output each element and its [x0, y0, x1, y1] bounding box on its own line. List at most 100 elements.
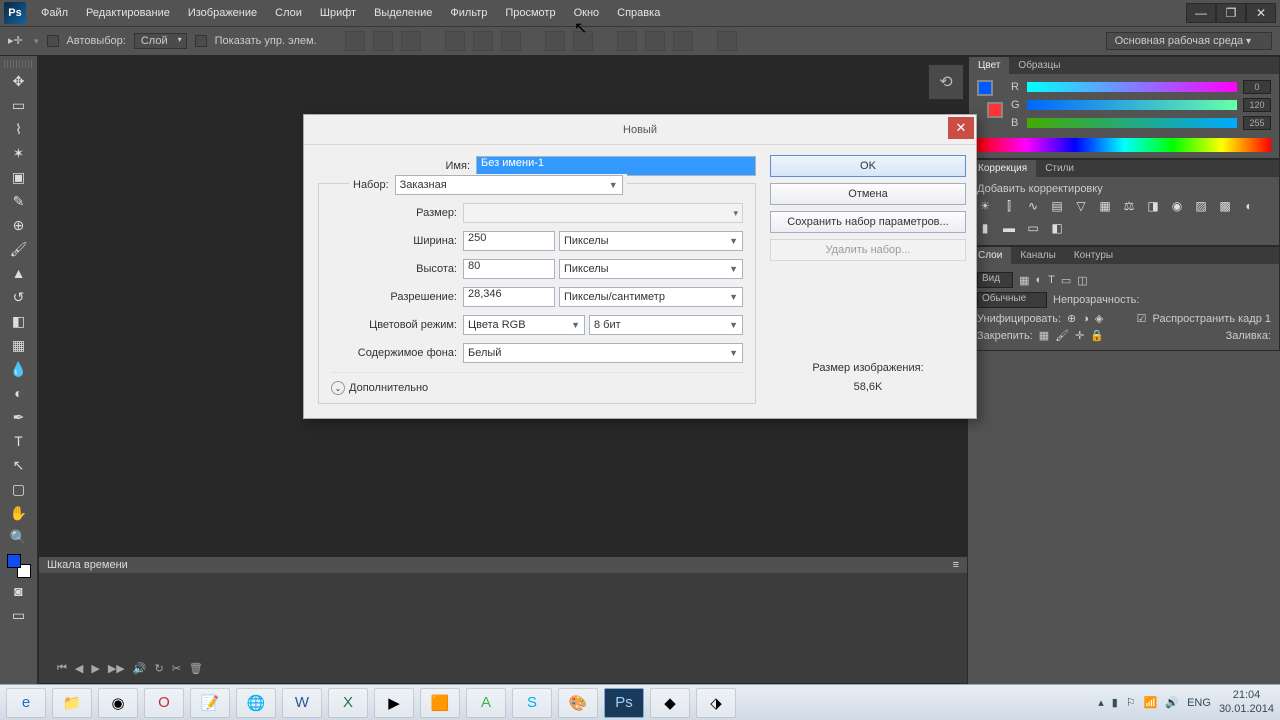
tb-app4-icon[interactable]: ◆: [650, 688, 690, 718]
tb-ie-icon[interactable]: e: [6, 688, 46, 718]
close-app-icon[interactable]: ✕: [1246, 3, 1276, 23]
dialog-close-button[interactable]: ✕: [948, 117, 974, 139]
menu-file[interactable]: Файл: [32, 7, 77, 19]
adj-exposure-icon[interactable]: ▤: [1049, 199, 1065, 213]
zoom-tool-icon[interactable]: 🔍: [7, 526, 31, 548]
unify-pos-icon[interactable]: ⊕: [1067, 312, 1076, 325]
auto-align-icon[interactable]: [717, 31, 737, 51]
panel-fgbg-swatches[interactable]: [977, 80, 1003, 118]
colormode-select[interactable]: Цвета RGB▼: [463, 315, 585, 335]
timeline-cut-icon[interactable]: ✂: [172, 662, 181, 675]
tb-app2-icon[interactable]: 🟧: [420, 688, 460, 718]
menu-filter[interactable]: Фильтр: [441, 7, 496, 19]
menu-select[interactable]: Выделение: [365, 7, 441, 19]
g-value[interactable]: 120: [1243, 98, 1271, 112]
align-right-icon[interactable]: [401, 31, 421, 51]
workspace-selector[interactable]: Основная рабочая среда ▾: [1106, 32, 1272, 50]
hand-tool-icon[interactable]: ✋: [7, 502, 31, 524]
tab-paths[interactable]: Контуры: [1065, 247, 1122, 264]
dialog-title-bar[interactable]: Новый ✕: [304, 115, 976, 145]
maximize-icon[interactable]: ❐: [1216, 3, 1246, 23]
tray-up-icon[interactable]: ▴: [1098, 696, 1104, 709]
timeline-play-icon[interactable]: ▶: [91, 662, 99, 675]
layer-filter-select[interactable]: Вид: [977, 272, 1013, 288]
distribute-v-icon[interactable]: [573, 31, 593, 51]
adj-mixer-icon[interactable]: ▨: [1193, 199, 1209, 213]
align-centerh-icon[interactable]: [373, 31, 393, 51]
blur-tool-icon[interactable]: 💧: [7, 358, 31, 380]
pen-tool-icon[interactable]: ✒: [7, 406, 31, 428]
align-top-icon[interactable]: [445, 31, 465, 51]
timeline-loop-icon[interactable]: ↻: [154, 662, 163, 675]
spectrum-picker[interactable]: [977, 138, 1271, 152]
cancel-button[interactable]: Отмена: [770, 183, 966, 205]
tb-word-icon[interactable]: W: [282, 688, 322, 718]
menu-edit[interactable]: Редактирование: [77, 7, 179, 19]
filter-smart-icon[interactable]: ◫: [1077, 274, 1087, 287]
adj-brightness-icon[interactable]: ☀: [977, 199, 993, 213]
ok-button[interactable]: OK: [770, 155, 966, 177]
eyedrop-tool-icon[interactable]: ✎: [7, 190, 31, 212]
timeline-trash-icon[interactable]: 🗑: [189, 662, 203, 675]
lasso-tool-icon[interactable]: ⌇: [7, 118, 31, 140]
tb-chrome-icon[interactable]: ◉: [98, 688, 138, 718]
tray-network-icon[interactable]: 📶: [1144, 696, 1158, 709]
timeline-audio-icon[interactable]: 🔊: [133, 662, 147, 675]
advanced-toggle[interactable]: ⌄ Дополнительно: [331, 372, 743, 395]
move-tool-icon[interactable]: ✥: [7, 70, 31, 92]
unify-vis-icon[interactable]: ◑: [1082, 313, 1089, 325]
menu-view[interactable]: Просмотр: [496, 7, 564, 19]
dodge-tool-icon[interactable]: ◐: [7, 382, 31, 404]
showcontrols-checkbox[interactable]: [195, 35, 207, 47]
fg-bg-swatches[interactable]: [7, 554, 31, 578]
tab-adjustments[interactable]: Коррекция: [969, 160, 1036, 177]
shape-tool-icon[interactable]: ▢: [7, 478, 31, 500]
lock-pos-icon[interactable]: ✛: [1075, 329, 1084, 342]
distribute-1-icon[interactable]: [617, 31, 637, 51]
menu-help[interactable]: Справка: [608, 7, 669, 19]
timeline-next-icon[interactable]: ▶▶: [108, 662, 125, 675]
preset-select[interactable]: Заказная▼: [395, 175, 623, 195]
b-value[interactable]: 255: [1243, 116, 1271, 130]
blend-select[interactable]: Обычные: [977, 292, 1047, 308]
tb-app3-icon[interactable]: A: [466, 688, 506, 718]
minimize-icon[interactable]: —: [1186, 3, 1216, 23]
adj-invert-icon[interactable]: ◐: [1241, 199, 1257, 213]
width-unit-select[interactable]: Пикселы▼: [559, 231, 743, 251]
brush-tool-icon[interactable]: 🖌: [7, 238, 31, 260]
tb-skype-icon[interactable]: S: [512, 688, 552, 718]
adj-gradient-icon[interactable]: ▭: [1025, 221, 1041, 235]
timeline-prev-icon[interactable]: ◀: [75, 662, 83, 675]
wand-tool-icon[interactable]: ✶: [7, 142, 31, 164]
adj-photo-icon[interactable]: ◉: [1169, 199, 1185, 213]
g-slider[interactable]: [1027, 100, 1237, 110]
adj-levels-icon[interactable]: ⫿: [1001, 199, 1017, 213]
screenmode-icon[interactable]: ▭: [7, 604, 31, 626]
lock-pixel-icon[interactable]: 🖌: [1055, 329, 1069, 342]
bits-select[interactable]: 8 бит▼: [589, 315, 743, 335]
menu-layers[interactable]: Слои: [266, 7, 311, 19]
timeline-first-icon[interactable]: ⏮: [57, 662, 67, 675]
menu-type[interactable]: Шрифт: [311, 7, 365, 19]
filter-shape-icon[interactable]: ▭: [1061, 274, 1071, 287]
height-input[interactable]: 80: [463, 259, 555, 279]
height-unit-select[interactable]: Пикселы▼: [559, 259, 743, 279]
tb-explorer-icon[interactable]: 📁: [52, 688, 92, 718]
tray-sound-icon[interactable]: 🔊: [1165, 696, 1179, 709]
quickmask-icon[interactable]: ◙: [7, 580, 31, 602]
align-bottom-icon[interactable]: [501, 31, 521, 51]
resolution-unit-select[interactable]: Пикселы/сантиметр▼: [559, 287, 743, 307]
lock-trans-icon[interactable]: ▦: [1039, 329, 1049, 342]
toolbox-handle[interactable]: [4, 60, 34, 68]
resolution-input[interactable]: 28,346: [463, 287, 555, 307]
adj-curves-icon[interactable]: ∿: [1025, 199, 1041, 213]
adj-poster-icon[interactable]: ▮: [977, 221, 993, 235]
marquee-tool-icon[interactable]: ▭: [7, 94, 31, 116]
menu-image[interactable]: Изображение: [179, 7, 266, 19]
path-tool-icon[interactable]: ↖: [7, 454, 31, 476]
distribute-2-icon[interactable]: [645, 31, 665, 51]
adj-threshold-icon[interactable]: ▬: [1001, 221, 1017, 235]
width-input[interactable]: 250: [463, 231, 555, 251]
tb-globe-icon[interactable]: 🌐: [236, 688, 276, 718]
tb-app5-icon[interactable]: ⬗: [696, 688, 736, 718]
